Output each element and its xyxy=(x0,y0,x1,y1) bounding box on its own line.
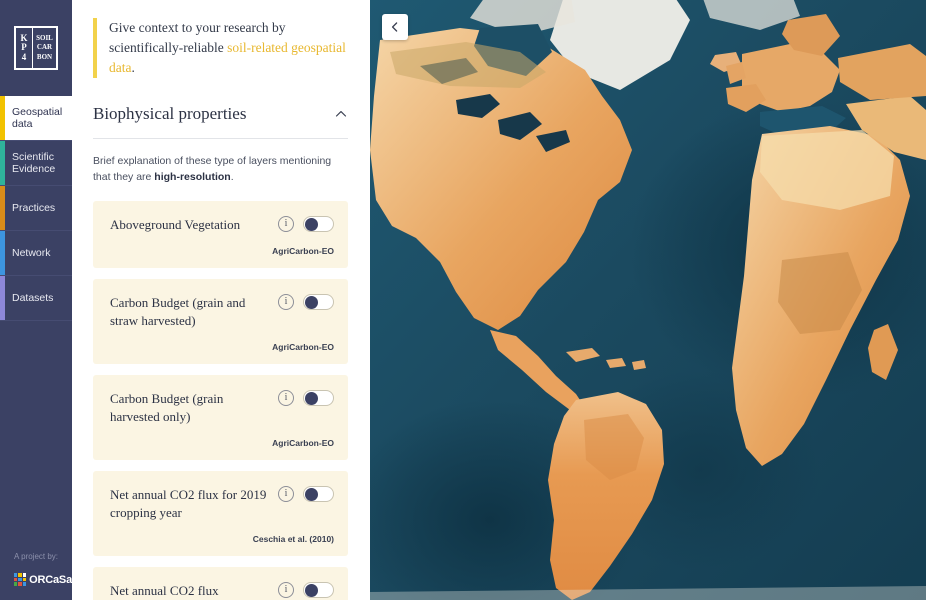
layer-toggle[interactable] xyxy=(303,216,334,232)
world-map-image xyxy=(370,0,926,600)
collapse-panel-button[interactable] xyxy=(382,14,408,40)
kp4-soil-carbon-logo: K P 4 SOIL CAR BON xyxy=(14,26,58,70)
logo-line-4: 4 xyxy=(21,51,27,62)
layer-controls: i xyxy=(278,215,334,232)
layer-toggle-knob xyxy=(305,392,318,405)
info-icon[interactable]: i xyxy=(278,216,294,232)
sidebar-item-datasets[interactable]: Datasets xyxy=(0,276,72,321)
layer-card-header: Aboveground Vegetation i xyxy=(110,215,334,234)
layer-controls: i xyxy=(278,581,334,598)
sidebar-item-label: Scientific Evidence xyxy=(12,150,56,176)
sidebar-item-label: Datasets xyxy=(12,291,54,304)
layer-card-list: Aboveground Vegetation i AgriCarbon-EO Carb… xyxy=(93,201,348,600)
sidebar-item-network[interactable]: Network xyxy=(0,231,72,276)
section-description: Brief explanation of these type of layer… xyxy=(93,153,348,185)
layer-toggle-knob xyxy=(305,584,318,597)
project-by-label: A project by: xyxy=(14,552,59,561)
orcasa-mark-cell xyxy=(14,577,18,582)
layer-title: Net annual CO2 flux xyxy=(110,583,219,598)
panel-content: Give context to your research by scienti… xyxy=(72,18,370,600)
orcasa-mark-cell xyxy=(22,582,27,586)
sidebar-item-geospatial-data[interactable]: Geospatial data xyxy=(0,96,72,141)
orcasa-mark-cell xyxy=(18,582,22,586)
layer-card: Net annual CO2 flux i xyxy=(93,567,348,600)
layer-title: Carbon Budget (grain harvested only) xyxy=(110,391,224,424)
orcasa-label: ORCaSa xyxy=(29,573,72,586)
layer-card-header: Carbon Budget (grain and straw harvested… xyxy=(110,293,334,330)
logo-soil-carbon-text: SOIL CAR BON xyxy=(33,28,56,68)
layer-title: Aboveground Vegetation xyxy=(110,217,241,232)
layer-toggle-knob xyxy=(305,488,318,501)
sidebar-item-label: Network xyxy=(12,246,51,259)
orcasa-mark-cell xyxy=(14,573,18,577)
layer-source: AgriCarbon-EO xyxy=(272,342,334,352)
intro-text-after: . xyxy=(131,60,135,75)
layer-controls: i xyxy=(278,389,334,406)
sidebar-item-label: Geospatial data xyxy=(12,105,63,131)
sidebar-footer: A project by: ORCaSa xyxy=(0,552,72,600)
chevron-left-icon xyxy=(389,21,401,33)
orcasa-mark-cell xyxy=(18,577,22,582)
sidebar: K P 4 SOIL CAR BON Geospatial data Scient… xyxy=(0,0,72,600)
panel-intro-text: Give context to your research by scienti… xyxy=(93,18,348,78)
layer-controls: i xyxy=(278,485,334,502)
layer-card: Aboveground Vegetation i AgriCarbon-EO xyxy=(93,201,348,268)
orcasa-mark-cell xyxy=(22,573,27,577)
layer-toggle[interactable] xyxy=(303,294,334,310)
orcasa-mark-cell xyxy=(18,573,22,577)
section-title: Biophysical properties xyxy=(93,104,247,123)
layer-card: Carbon Budget (grain harvested only) i Agr… xyxy=(93,375,348,460)
layer-card-header: Net annual CO2 flux for 2019 cropping ye… xyxy=(110,485,334,522)
layer-source: AgriCarbon-EO xyxy=(272,438,334,448)
orcasa-logo[interactable]: ORCaSa xyxy=(14,573,72,586)
layer-title: Net annual CO2 flux for 2019 cropping ye… xyxy=(110,487,267,520)
logo-line-car: CAR xyxy=(36,43,53,52)
layer-toggle-knob xyxy=(305,218,318,231)
logo-line-bon: BON xyxy=(36,52,53,61)
app-root: K P 4 SOIL CAR BON Geospatial data Scient… xyxy=(0,0,926,600)
layers-panel: Give context to your research by scienti… xyxy=(72,0,370,600)
orcasa-mark-icon xyxy=(14,573,27,586)
layer-controls: i xyxy=(278,293,334,310)
layer-card: Carbon Budget (grain and straw harvested… xyxy=(93,279,348,364)
sidebar-item-practices[interactable]: Practices xyxy=(0,186,72,231)
section-desc-bold: high-resolution xyxy=(154,171,231,183)
sidebar-item-scientific-evidence[interactable]: Scientific Evidence xyxy=(0,141,72,186)
section-desc-after: . xyxy=(230,171,234,183)
map-view[interactable] xyxy=(370,0,926,600)
brand-logo[interactable]: K P 4 SOIL CAR BON xyxy=(0,0,72,96)
orcasa-mark-cell xyxy=(22,577,27,582)
layer-card: Net annual CO2 flux for 2019 cropping ye… xyxy=(93,471,348,556)
orcasa-mark-cell xyxy=(14,582,18,586)
layer-toggle[interactable] xyxy=(303,486,334,502)
logo-kp4-text: K P 4 xyxy=(16,28,33,68)
layer-title: Carbon Budget (grain and straw harvested… xyxy=(110,295,246,328)
layer-toggle[interactable] xyxy=(303,582,334,598)
logo-line-soil: SOIL xyxy=(36,33,53,42)
info-icon[interactable]: i xyxy=(278,582,294,598)
layer-card-header: Carbon Budget (grain harvested only) i xyxy=(110,389,334,426)
chevron-up-icon[interactable] xyxy=(334,107,348,121)
sidebar-nav: Geospatial data Scientific Evidence Practi… xyxy=(0,96,72,321)
info-icon[interactable]: i xyxy=(278,390,294,406)
layer-toggle-knob xyxy=(305,296,318,309)
info-icon[interactable]: i xyxy=(278,294,294,310)
layer-source: AgriCarbon-EO xyxy=(272,246,334,256)
section-header[interactable]: Biophysical properties xyxy=(93,104,348,139)
layer-card-header: Net annual CO2 flux i xyxy=(110,581,334,600)
layer-toggle[interactable] xyxy=(303,390,334,406)
info-icon[interactable]: i xyxy=(278,486,294,502)
layer-source: Ceschia et al. (2010) xyxy=(252,534,334,544)
sidebar-item-label: Practices xyxy=(12,201,56,214)
